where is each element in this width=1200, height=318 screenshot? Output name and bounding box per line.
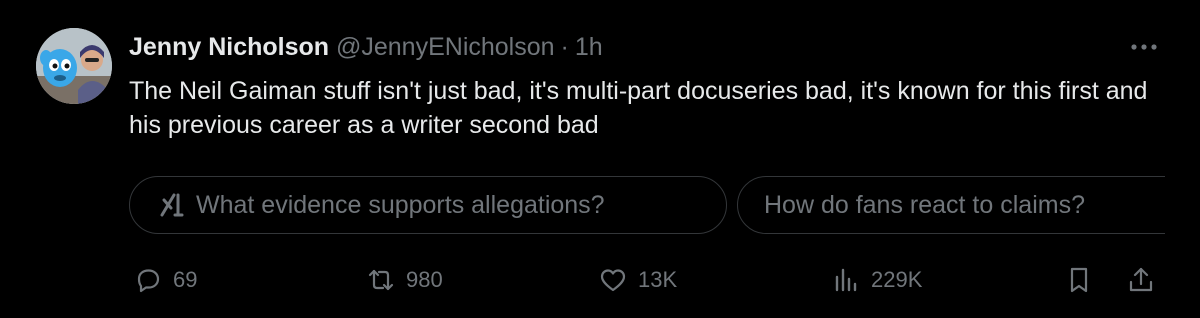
header-separator: · bbox=[560, 33, 569, 61]
bookmark-button[interactable] bbox=[1064, 258, 1094, 302]
repost-icon bbox=[368, 269, 394, 291]
tweet-timestamp[interactable]: 1h bbox=[575, 33, 603, 61]
grok-suggestion-chip[interactable]: What evidence supports allegations? bbox=[129, 176, 727, 234]
author-name[interactable]: Jenny Nicholson bbox=[129, 33, 329, 61]
like-count: 13K bbox=[638, 267, 678, 292]
more-icon bbox=[1131, 44, 1157, 50]
reply-count: 69 bbox=[173, 267, 198, 292]
like-icon bbox=[600, 269, 626, 292]
author-handle[interactable]: @JennyENicholson bbox=[336, 33, 555, 61]
grok-suggestion-label: What evidence supports allegations? bbox=[196, 190, 605, 219]
views-icon bbox=[835, 268, 857, 292]
tweet-header: Jenny Nicholson @JennyENicholson · 1h bbox=[129, 30, 603, 64]
avatar[interactable] bbox=[36, 28, 112, 104]
grok-suggestion-chip[interactable]: How do fans react to claims? bbox=[737, 176, 1165, 234]
like-button[interactable]: 13K bbox=[598, 258, 677, 302]
grok-icon bbox=[160, 193, 184, 217]
reply-button[interactable]: 69 bbox=[133, 258, 197, 302]
view-count: 229K bbox=[871, 267, 923, 292]
repost-button[interactable]: 980 bbox=[366, 258, 443, 302]
reply-icon bbox=[137, 269, 160, 293]
views-button[interactable]: 229K bbox=[831, 258, 922, 302]
grok-suggestion-label: How do fans react to claims? bbox=[764, 190, 1085, 219]
repost-count: 980 bbox=[406, 267, 443, 292]
bookmark-icon bbox=[1070, 267, 1088, 293]
tweet-text: The Neil Gaiman stuff isn't just bad, it… bbox=[129, 77, 1148, 139]
grok-suggestions: What evidence supports allegations? How … bbox=[129, 176, 1165, 236]
share-icon bbox=[1129, 267, 1153, 292]
share-button[interactable] bbox=[1126, 258, 1156, 302]
tweet-actions: 69 980 13K 229K bbox=[0, 258, 1200, 302]
more-options-button[interactable] bbox=[1124, 30, 1164, 64]
avatar-image bbox=[36, 28, 112, 104]
